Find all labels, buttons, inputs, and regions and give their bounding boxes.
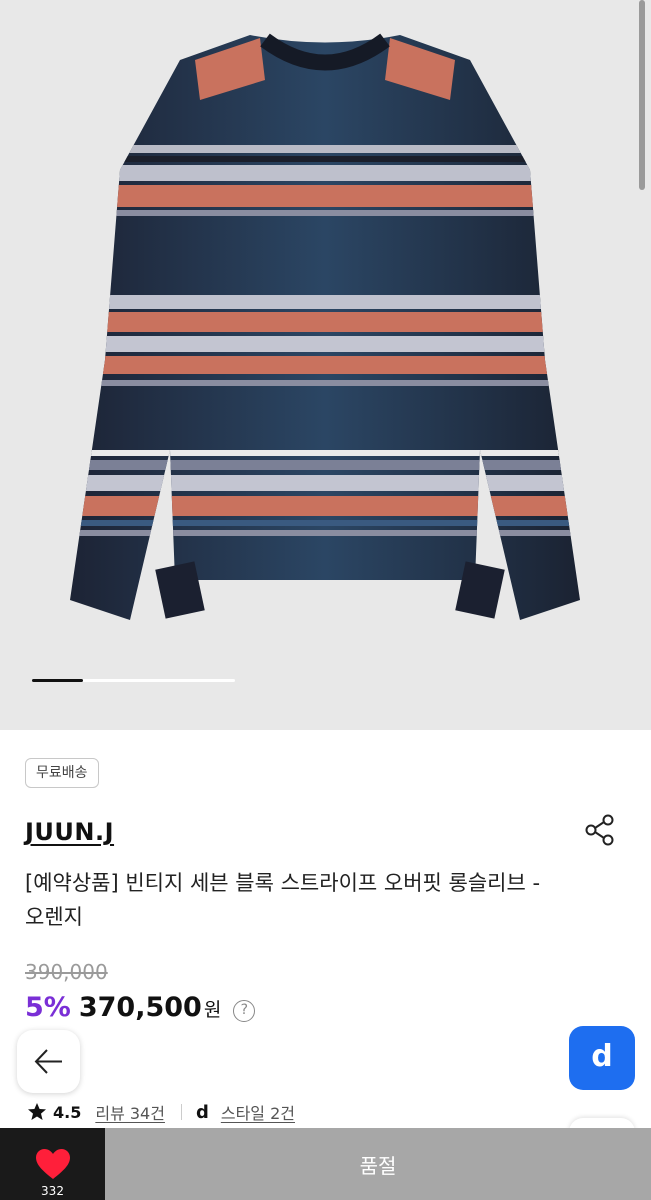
d-app-button[interactable]: d — [569, 1026, 635, 1090]
sale-price: 370,500 — [78, 992, 202, 1023]
arrow-left-icon — [34, 1049, 62, 1074]
divider — [180, 1104, 182, 1120]
like-button[interactable]: 332 — [0, 1128, 105, 1200]
price-help-icon[interactable]: ? — [233, 1000, 256, 1022]
star-icon — [28, 1103, 46, 1120]
d-logo-icon: d — [195, 1101, 209, 1123]
bottom-action-bar: 332 품절 — [0, 1128, 651, 1200]
review-link[interactable]: 리뷰 34건 — [95, 1100, 165, 1124]
currency-unit: 원 — [203, 999, 222, 1021]
soldout-button[interactable]: 품절 — [105, 1128, 651, 1200]
back-button[interactable] — [17, 1030, 80, 1093]
product-image — [70, 33, 580, 620]
heart-icon — [36, 1149, 70, 1179]
product-image-carousel[interactable] — [0, 0, 651, 730]
carousel-pager — [32, 679, 235, 682]
price-row: 5% 370,500 원 ? — [25, 992, 256, 1028]
rating-row: 4.5 리뷰 34건 d 스타일 2건 — [27, 1100, 295, 1124]
carousel-pager-fill — [32, 679, 83, 682]
brand-link[interactable]: JUUN.J — [25, 818, 114, 846]
product-title: [예약상품] 빈티지 세븐 블록 스트라이프 오버핏 롱슬리브 - 오렌지 — [25, 871, 541, 929]
scrollbar[interactable] — [639, 0, 645, 190]
free-shipping-badge: 무료배송 — [25, 758, 99, 788]
original-price: 390,000 — [25, 960, 108, 984]
discount-rate: 5% — [25, 992, 71, 1023]
rating-value: 4.5 — [53, 1102, 82, 1122]
share-icon[interactable] — [583, 813, 617, 847]
style-link[interactable]: 스타일 2건 — [221, 1100, 295, 1124]
like-count: 332 — [41, 1184, 64, 1198]
